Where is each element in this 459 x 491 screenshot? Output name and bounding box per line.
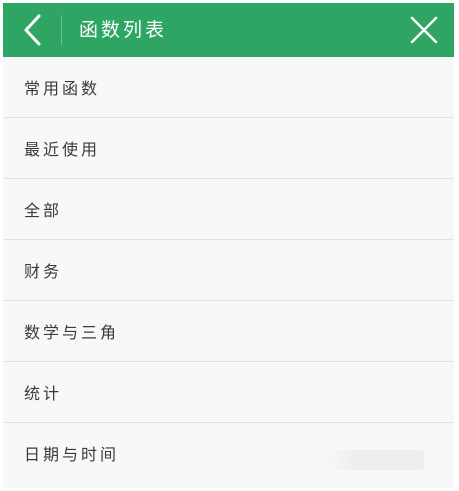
function-list-screen: 函数列表 常用函数 最近使用 全部 财务 数学与三角 统计 日期与时间 (0, 0, 459, 491)
close-icon (410, 16, 438, 44)
header-bar: 函数列表 (3, 3, 454, 57)
function-category-list: 常用函数 最近使用 全部 财务 数学与三角 统计 日期与时间 (3, 57, 454, 488)
list-item-math-trig[interactable]: 数学与三角 (3, 301, 454, 362)
list-item-finance[interactable]: 财务 (3, 240, 454, 301)
list-item-label: 最近使用 (24, 140, 101, 159)
list-item-recently-used[interactable]: 最近使用 (3, 118, 454, 179)
list-item-all[interactable]: 全部 (3, 179, 454, 240)
watermark-overlay (324, 450, 424, 470)
back-button[interactable] (17, 13, 49, 47)
list-item-common-functions[interactable]: 常用函数 (3, 57, 454, 118)
list-item-label: 数学与三角 (24, 323, 120, 342)
list-item-label: 全部 (24, 201, 63, 220)
header-divider (61, 15, 62, 45)
chevron-left-icon (24, 14, 41, 46)
list-item-label: 财务 (24, 262, 63, 281)
list-item-label: 统计 (24, 384, 63, 403)
page-title: 函数列表 (79, 19, 168, 41)
list-item-label: 日期与时间 (24, 445, 120, 464)
list-item-label: 常用函数 (24, 79, 101, 98)
close-button[interactable] (410, 16, 438, 44)
list-item-date-time[interactable]: 日期与时间 (3, 423, 454, 484)
list-item-statistics[interactable]: 统计 (3, 362, 454, 423)
